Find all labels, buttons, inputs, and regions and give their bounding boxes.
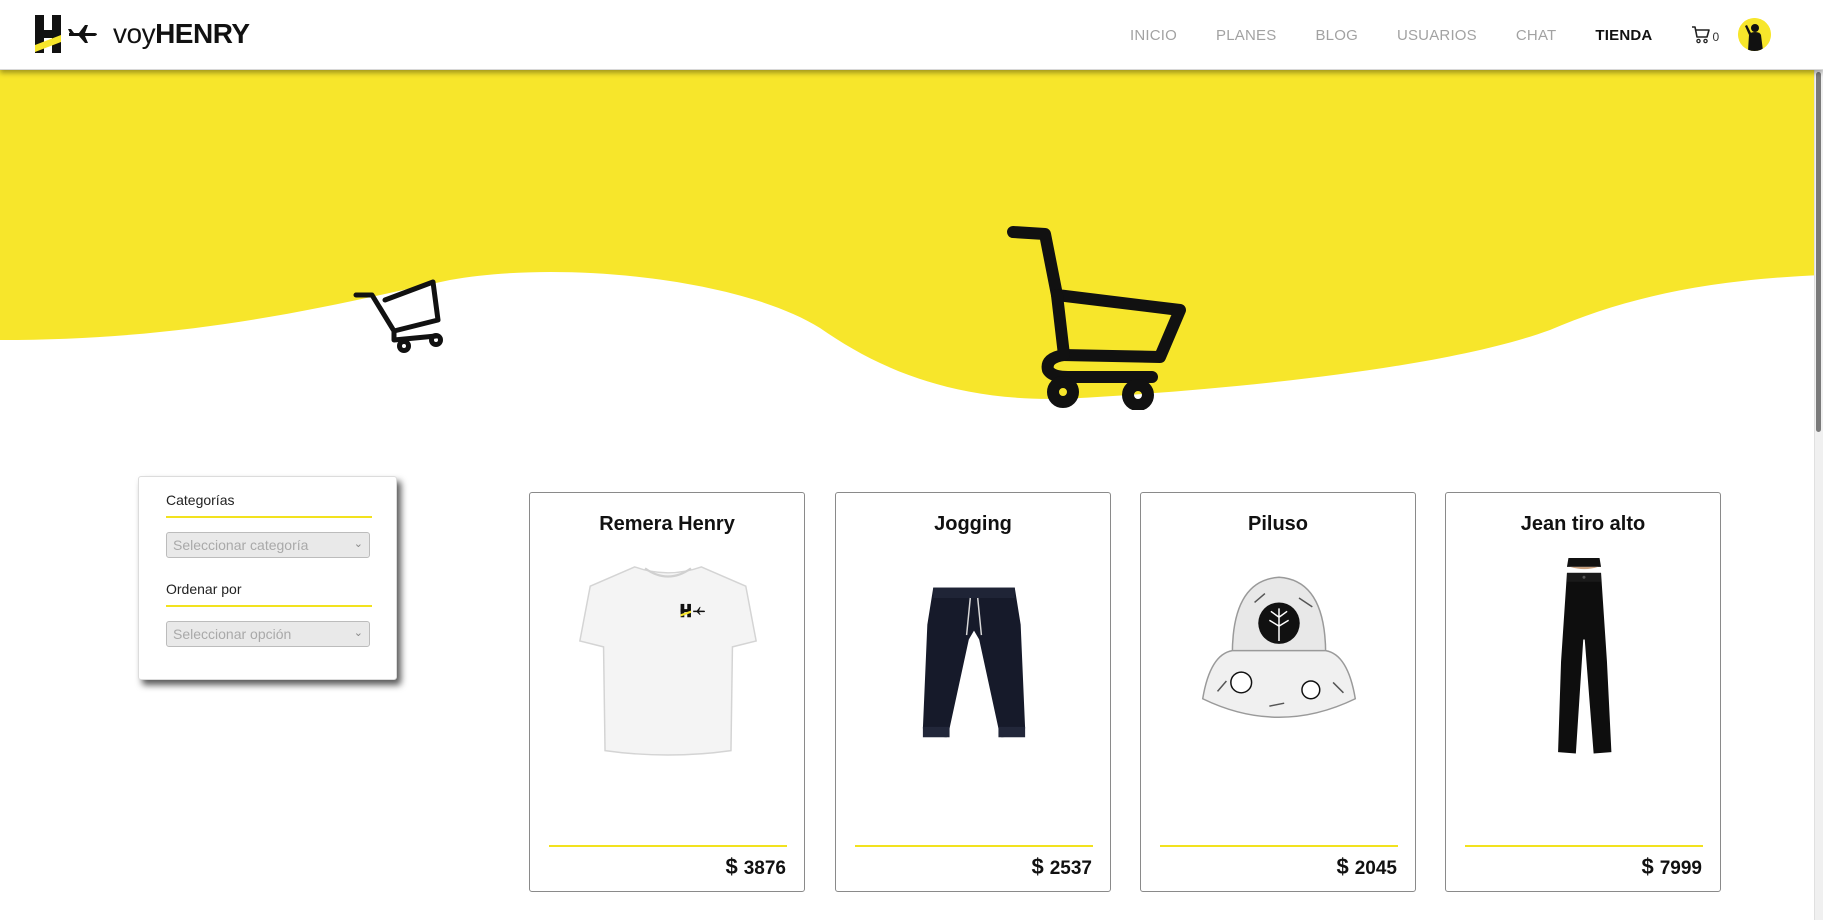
product-card[interactable]: Jogging $2537 xyxy=(835,492,1111,892)
product-card[interactable]: Jean tiro alto $7999 xyxy=(1445,492,1721,892)
cart-button[interactable]: 0 xyxy=(1691,26,1719,44)
cart-count: 0 xyxy=(1712,30,1720,44)
hero-banner xyxy=(0,70,1823,410)
product-title: Jean tiro alto xyxy=(1520,513,1646,535)
product-card[interactable]: Piluso $2045 xyxy=(1140,492,1416,892)
category-divider xyxy=(166,516,372,518)
nav-tienda[interactable]: TIENDA xyxy=(1595,27,1652,44)
filter-panel: Categorías Seleccionar categoría ⌄ Orden… xyxy=(138,476,397,680)
price-divider xyxy=(855,845,1093,847)
high-waist-jeans-image xyxy=(1558,558,1612,754)
nav-inicio[interactable]: INICIO xyxy=(1130,27,1177,44)
brand-name: voyHENRY xyxy=(113,18,250,49)
product-price: $2537 xyxy=(1031,854,1092,879)
category-select-value: Seleccionar categoría xyxy=(173,537,309,553)
cart-icon xyxy=(1692,26,1711,44)
user-avatar-icon xyxy=(1738,18,1771,51)
user-avatar[interactable] xyxy=(1738,18,1771,51)
home-logo[interactable]: voyHENRY xyxy=(35,14,250,54)
product-title: Jogging xyxy=(934,513,1012,535)
jogging-pants-image xyxy=(922,587,1026,738)
henry-logo-icon xyxy=(35,15,97,53)
top-navbar: voyHENRY INICIO PLANES BLOG USUARIOS CHA… xyxy=(0,0,1823,70)
price-divider xyxy=(1465,845,1703,847)
order-divider xyxy=(166,605,372,607)
scrollbar-thumb[interactable] xyxy=(1816,72,1821,432)
product-title: Remera Henry xyxy=(599,513,735,535)
product-price: $7999 xyxy=(1641,854,1702,879)
nav-blog[interactable]: BLOG xyxy=(1315,27,1357,44)
product-price: $3876 xyxy=(725,854,786,879)
vertical-scrollbar[interactable] xyxy=(1814,0,1823,920)
product-price: $2045 xyxy=(1336,854,1397,879)
order-label: Ordenar por xyxy=(166,581,242,597)
price-divider xyxy=(1160,845,1398,847)
nav-usuarios[interactable]: USUARIOS xyxy=(1397,27,1477,44)
main-navigation: INICIO PLANES BLOG USUARIOS CHAT TIENDA … xyxy=(1130,0,1719,70)
product-card[interactable]: Remera Henry $3876 xyxy=(529,492,805,892)
order-select-value: Seleccionar opción xyxy=(173,626,292,642)
nav-chat[interactable]: CHAT xyxy=(1516,27,1557,44)
category-select[interactable]: Seleccionar categoría ⌄ xyxy=(166,532,370,558)
chevron-down-icon: ⌄ xyxy=(353,538,363,550)
category-label: Categorías xyxy=(166,492,235,508)
nav-planes[interactable]: PLANES xyxy=(1216,27,1276,44)
t-shirt-image xyxy=(578,566,758,756)
bucket-hat-image xyxy=(1201,576,1357,718)
order-select[interactable]: Seleccionar opción ⌄ xyxy=(166,621,370,647)
product-title: Piluso xyxy=(1247,513,1308,535)
chevron-down-icon: ⌄ xyxy=(353,627,363,639)
price-divider xyxy=(549,845,787,847)
